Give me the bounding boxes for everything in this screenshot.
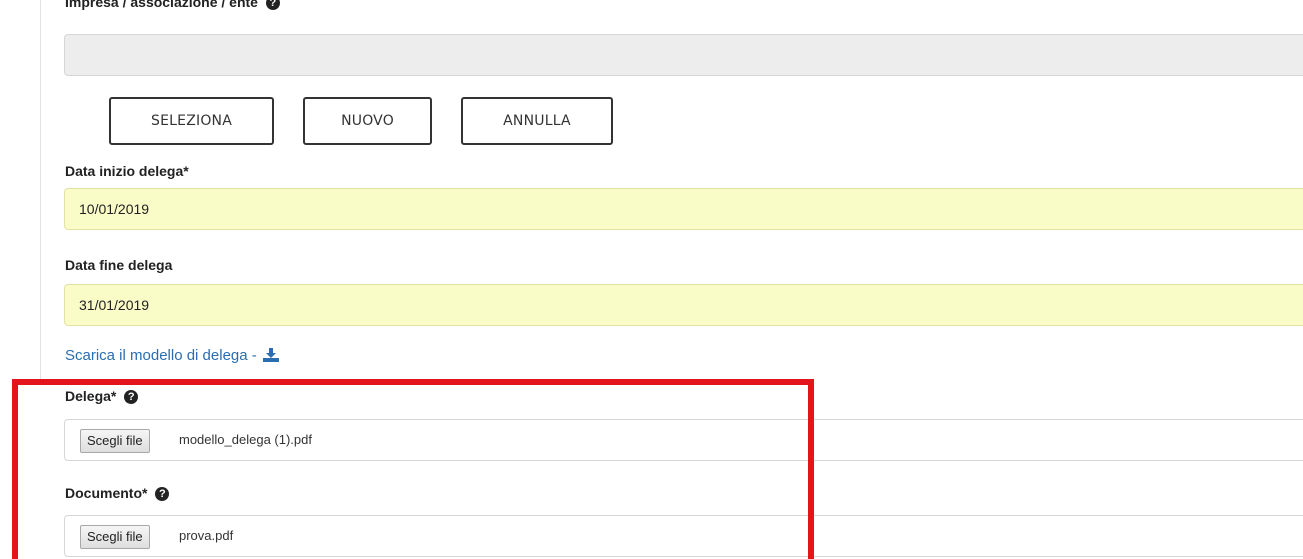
data-inizio-label: Data inizio delega* — [65, 163, 189, 179]
delega-choose-file-button[interactable]: Scegli file — [80, 429, 150, 453]
documento-file-input[interactable]: Scegli file prova.pdf — [64, 515, 1303, 557]
data-fine-input[interactable]: 31/01/2019 — [64, 284, 1303, 326]
form-page: Impresa / associazione / ente ? SELEZION… — [0, 0, 1303, 559]
documento-label-text: Documento* — [65, 485, 148, 501]
help-icon[interactable]: ? — [265, 0, 280, 10]
nuovo-button[interactable]: NUOVO — [303, 97, 432, 145]
annulla-button[interactable]: ANNULLA — [461, 97, 613, 145]
delega-file-name: modello_delega (1).pdf — [179, 432, 312, 447]
data-inizio-input[interactable]: 10/01/2019 — [64, 188, 1303, 230]
delega-file-input[interactable]: Scegli file modello_delega (1).pdf — [64, 419, 1303, 461]
documento-file-name: prova.pdf — [179, 528, 234, 543]
download-icon[interactable] — [262, 348, 279, 362]
delega-label: Delega* ? — [65, 388, 139, 404]
download-template-text[interactable]: Scarica il modello di delega - — [65, 347, 261, 364]
seleziona-button[interactable]: SELEZIONA — [109, 97, 274, 145]
documento-choose-file-button[interactable]: Scegli file — [80, 525, 150, 549]
help-icon[interactable]: ? — [124, 390, 139, 404]
documento-label: Documento* ? — [65, 485, 170, 501]
download-template-link[interactable]: Scarica il modello di delega - — [65, 347, 279, 364]
delega-label-text: Delega* — [65, 388, 117, 404]
help-icon[interactable]: ? — [155, 487, 170, 501]
data-fine-label: Data fine delega — [65, 257, 173, 273]
impresa-label-text: Impresa / associazione / ente — [65, 0, 258, 10]
left-divider — [40, 0, 41, 380]
impresa-field — [64, 34, 1303, 76]
impresa-label: Impresa / associazione / ente ? — [65, 0, 280, 10]
